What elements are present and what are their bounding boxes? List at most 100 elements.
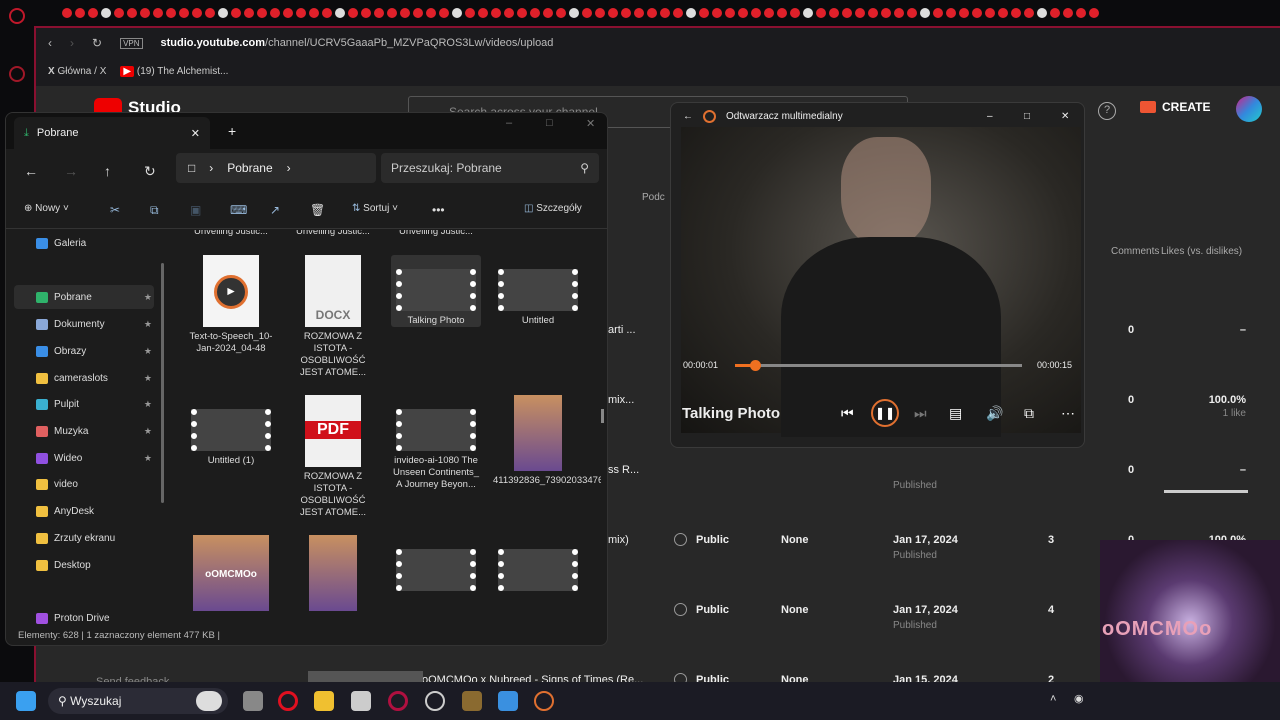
file-item[interactable]: oOMCMOo (186, 535, 276, 615)
browser-tab[interactable] (400, 8, 410, 18)
seek-bar[interactable] (735, 360, 1022, 371)
nav-scrollbar[interactable] (161, 263, 164, 503)
close-tab-icon[interactable]: ✕ (191, 127, 200, 140)
volume-icon[interactable]: 🔊 (986, 405, 1003, 422)
media-player-icon[interactable] (534, 691, 554, 711)
copy-icon[interactable]: ⧉ (150, 203, 159, 218)
breadcrumb[interactable]: □ › Pobrane › (176, 153, 376, 183)
nav-item[interactable]: AnyDesk (14, 499, 154, 523)
browser-tab[interactable] (296, 8, 306, 18)
browser-tab-strip[interactable] (0, 0, 1280, 26)
browser-tab[interactable] (894, 8, 904, 18)
nav-item[interactable]: Desktop (14, 553, 154, 577)
browser-tab[interactable] (569, 8, 579, 18)
pin-icon[interactable]: ★ (144, 319, 152, 330)
rename-icon[interactable]: ⌨ (230, 203, 247, 217)
browser-tab[interactable] (1089, 8, 1099, 18)
browser-tab[interactable] (205, 8, 215, 18)
browser-tab[interactable] (1024, 8, 1034, 18)
file-item[interactable]: 411392836_739020334769667_20824865742036… (493, 395, 601, 487)
bookmark[interactable]: ▶ (19) The Alchemist... (120, 65, 228, 77)
browser-tab[interactable] (374, 8, 384, 18)
browser-tab[interactable] (881, 8, 891, 18)
browser-tab[interactable] (933, 8, 943, 18)
new-button[interactable]: ⊕ Nowy ˅ (24, 203, 69, 214)
browser-tab[interactable] (452, 8, 462, 18)
browser-tab[interactable] (166, 8, 176, 18)
browser-tab[interactable] (491, 8, 501, 18)
browser-tab[interactable] (101, 8, 111, 18)
browser-tab[interactable] (907, 8, 917, 18)
nav-item[interactable]: Dokumenty ★ (14, 312, 154, 336)
file-item[interactable]: Unveiling Justic... (186, 230, 276, 238)
share-icon[interactable]: ↗ (270, 203, 280, 217)
browser-tab[interactable] (231, 8, 241, 18)
browser-tab[interactable] (998, 8, 1008, 18)
browser-tab[interactable] (738, 8, 748, 18)
new-tab-icon[interactable]: + (228, 123, 236, 139)
tray-app-icon[interactable]: ◉ (1074, 692, 1084, 705)
file-item[interactable] (493, 535, 583, 595)
maximize-icon[interactable]: □ (1024, 111, 1030, 122)
photos-icon[interactable] (498, 691, 518, 711)
browser-tab[interactable] (270, 8, 280, 18)
back-arrow-icon[interactable]: ← (24, 163, 38, 179)
browser-tab[interactable] (218, 8, 228, 18)
sort-button[interactable]: ⇅ Sortuj ˅ (352, 203, 398, 214)
more-icon[interactable]: ⋯ (1061, 405, 1075, 422)
pin-icon[interactable]: ★ (144, 346, 152, 357)
browser-tab[interactable] (335, 8, 345, 18)
browser-tab[interactable] (322, 8, 332, 18)
column-comments[interactable]: Comments (1111, 246, 1159, 257)
browser-tab[interactable] (751, 8, 761, 18)
forward-icon[interactable]: › (70, 36, 74, 50)
browser-tab[interactable] (478, 8, 488, 18)
nav-item[interactable]: Proton Drive (14, 606, 154, 630)
file-item[interactable]: Unveiling Justic... (288, 230, 378, 238)
browser-tab[interactable] (543, 8, 553, 18)
mini-player-icon[interactable]: ⧉ (1024, 405, 1034, 422)
file-item[interactable]: invideo-ai-1080 The Unseen Continents_ A… (391, 395, 481, 491)
nav-item[interactable]: Muzyka ★ (14, 419, 154, 443)
browser-tab[interactable] (855, 8, 865, 18)
browser-tab[interactable] (140, 8, 150, 18)
up-arrow-icon[interactable]: ↑ (104, 163, 111, 179)
browser-tab[interactable] (608, 8, 618, 18)
pin-icon[interactable]: ★ (144, 453, 152, 464)
url-text[interactable]: studio.youtube.com/channel/UCRV5GaaaPb_M… (161, 37, 554, 49)
browser-tab[interactable] (517, 8, 527, 18)
file-item[interactable]: Untitled (493, 255, 583, 327)
app-icon[interactable] (462, 691, 482, 711)
seek-handle[interactable] (750, 360, 762, 371)
browser-tab[interactable] (465, 8, 475, 18)
browser-tab[interactable] (75, 8, 85, 18)
browser-tab[interactable] (426, 8, 436, 18)
browser-tab[interactable] (504, 8, 514, 18)
browser-tab[interactable] (556, 8, 566, 18)
reload-icon[interactable]: ↻ (92, 36, 102, 50)
close-icon[interactable]: ✕ (586, 117, 595, 130)
browser-tab[interactable] (114, 8, 124, 18)
browser-tab[interactable] (920, 8, 930, 18)
cut-icon[interactable]: ✂ (110, 203, 120, 217)
browser-tab[interactable] (413, 8, 423, 18)
close-icon[interactable]: ✕ (1061, 111, 1069, 122)
explorer-search-input[interactable]: Przeszukaj: Pobrane ⚲ (381, 153, 599, 183)
explorer-tab[interactable]: ⤓ Pobrane ✕ (14, 117, 210, 149)
file-item[interactable]: Talking Photo (391, 255, 481, 327)
opera-icon[interactable] (278, 691, 298, 711)
column-podcast[interactable]: Podc (642, 192, 665, 203)
file-item[interactable] (288, 535, 378, 615)
opera-gx-icon[interactable] (388, 691, 408, 711)
browser-tab[interactable] (309, 8, 319, 18)
address-bar[interactable]: ‹ › ↻ VPN studio.youtube.com/channel/UCR… (36, 28, 1280, 58)
pin-icon[interactable]: ★ (144, 292, 152, 303)
previous-icon[interactable]: ⏮ (841, 405, 854, 422)
browser-tab[interactable] (127, 8, 137, 18)
browser-tab[interactable] (829, 8, 839, 18)
paste-icon[interactable]: ▣ (190, 203, 201, 217)
browser-tab[interactable] (1076, 8, 1086, 18)
start-icon[interactable] (16, 691, 36, 711)
browser-tab[interactable] (972, 8, 982, 18)
nav-item[interactable]: Wideo ★ (14, 446, 154, 470)
